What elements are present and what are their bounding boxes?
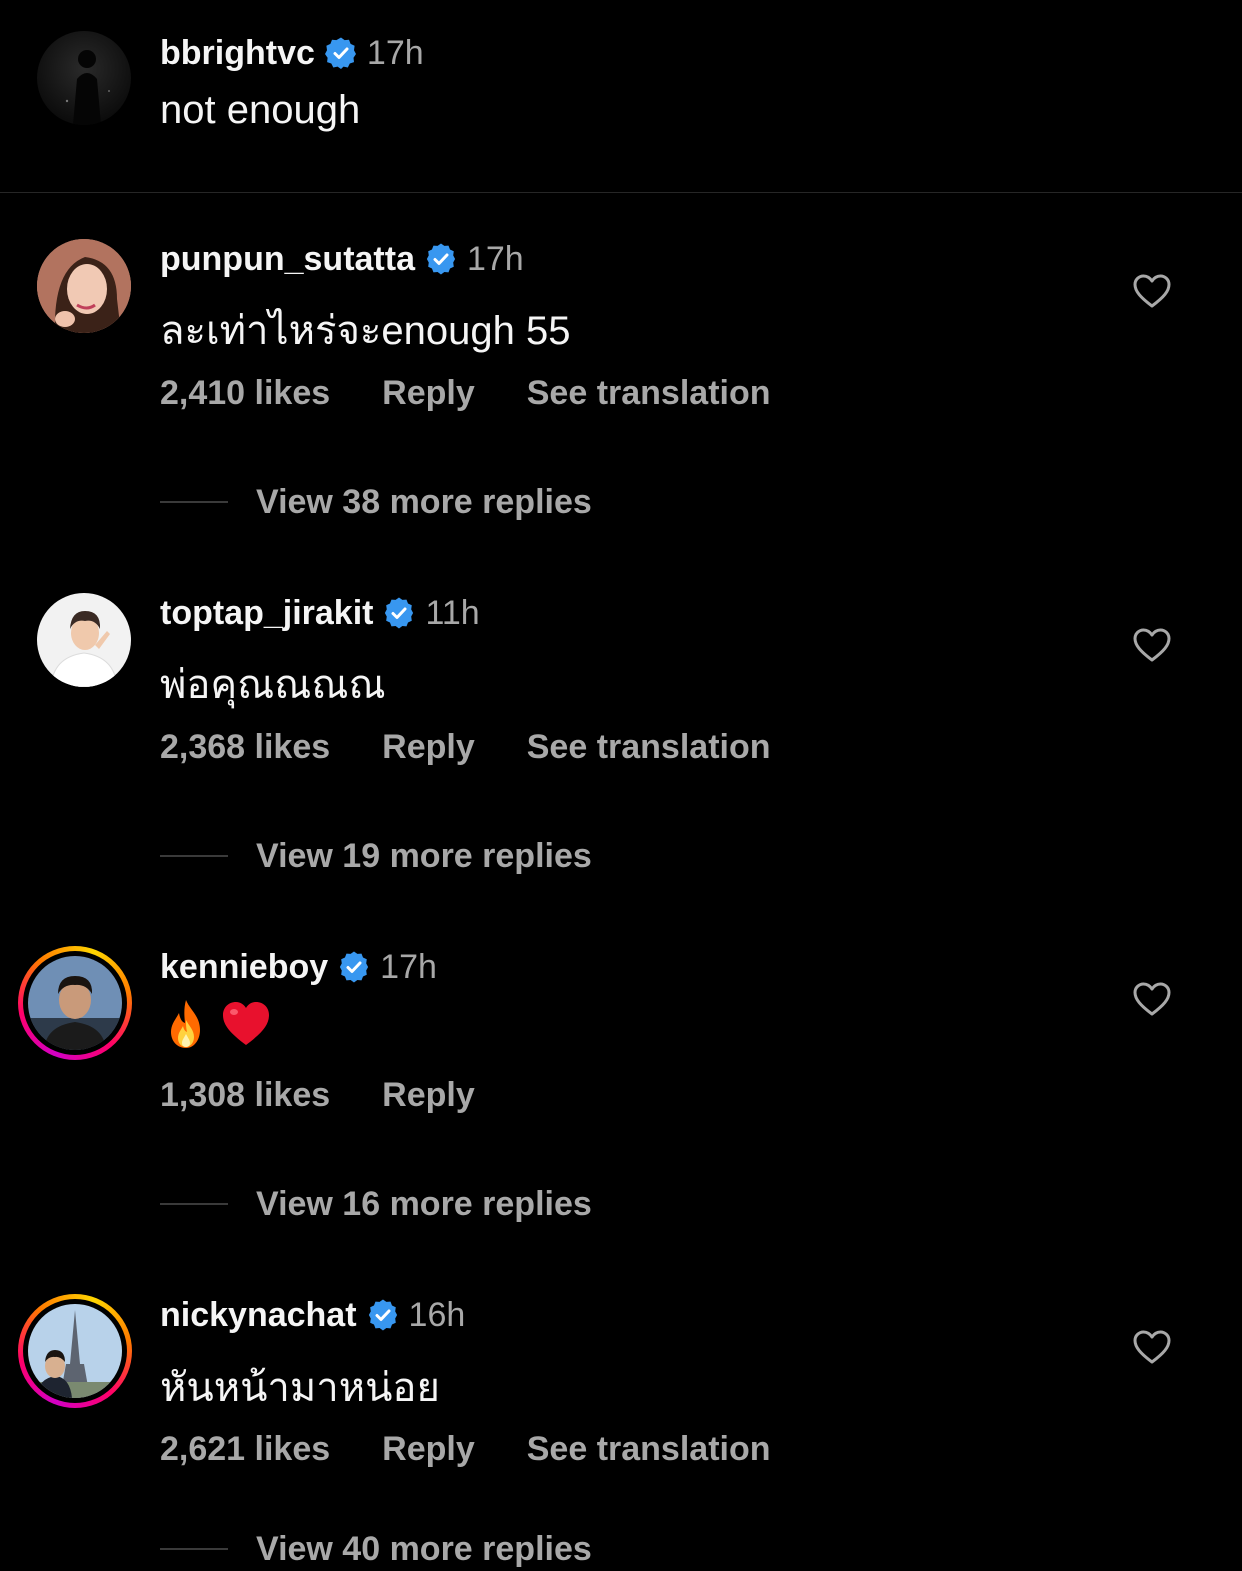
likes-count[interactable]: 2,410 likes xyxy=(160,374,330,413)
like-heart-icon[interactable] xyxy=(1132,980,1172,1020)
likes-count[interactable]: 1,308 likes xyxy=(160,1076,330,1115)
comment-actions: 2,410 likes Reply See translation xyxy=(160,371,771,415)
reply-button[interactable]: Reply xyxy=(382,728,475,767)
comment-text: ละเท่าไหร่จะenough 55 xyxy=(160,309,571,353)
comment-text: พ่อคุณณณณ xyxy=(160,663,386,707)
replies-line xyxy=(160,501,228,503)
avatar[interactable] xyxy=(37,31,131,125)
reply-button[interactable]: Reply xyxy=(382,374,475,413)
username[interactable]: kennieboy xyxy=(160,948,328,987)
story-ring[interactable] xyxy=(18,1294,132,1408)
comment-actions: 2,621 likes Reply See translation xyxy=(160,1427,771,1471)
comment-header: nickynachat 16h xyxy=(160,1293,465,1337)
view-more-replies-button[interactable]: View 19 more replies xyxy=(160,834,592,878)
comment-actions: 2,368 likes Reply See translation xyxy=(160,725,771,769)
timestamp: 17h xyxy=(366,33,424,72)
view-replies-label[interactable]: View 19 more replies xyxy=(256,837,592,876)
replies-line xyxy=(160,1203,228,1205)
view-replies-label[interactable]: View 40 more replies xyxy=(256,1530,592,1569)
see-translation-button[interactable]: See translation xyxy=(527,374,771,413)
verified-badge-icon xyxy=(324,37,356,69)
view-replies-label[interactable]: View 38 more replies xyxy=(256,483,592,522)
username[interactable]: toptap_jirakit xyxy=(160,594,373,633)
likes-count[interactable]: 2,368 likes xyxy=(160,728,330,767)
likes-count[interactable]: 2,621 likes xyxy=(160,1430,330,1469)
divider xyxy=(0,192,1242,193)
timestamp: 16h xyxy=(408,1295,466,1334)
caption-text: not enough xyxy=(160,88,361,132)
verified-badge-icon xyxy=(340,951,369,983)
post-caption: bbrightvc 17h not enough xyxy=(0,0,1242,192)
reply-button[interactable]: Reply xyxy=(382,1076,475,1115)
reply-button[interactable]: Reply xyxy=(382,1430,475,1469)
verified-badge-icon xyxy=(368,1299,397,1331)
comment-text: หันหน้ามาหน่อย xyxy=(160,1366,440,1410)
story-ring[interactable] xyxy=(18,946,132,1060)
replies-line xyxy=(160,855,228,857)
verified-badge-icon xyxy=(426,243,456,275)
avatar[interactable] xyxy=(37,239,131,333)
timestamp: 11h xyxy=(425,593,480,632)
replies-line xyxy=(160,1548,228,1550)
avatar[interactable] xyxy=(28,1304,122,1398)
red-heart-emoji-icon xyxy=(223,1002,269,1045)
view-more-replies-button[interactable]: View 16 more replies xyxy=(160,1182,592,1226)
see-translation-button[interactable]: See translation xyxy=(527,1430,771,1469)
username[interactable]: punpun_sutatta xyxy=(160,240,415,279)
username[interactable]: bbrightvc xyxy=(160,34,315,73)
verified-badge-icon xyxy=(385,597,414,629)
like-heart-icon[interactable] xyxy=(1132,626,1172,666)
comment-actions: 1,308 likes Reply xyxy=(160,1073,527,1117)
username[interactable]: nickynachat xyxy=(160,1296,357,1335)
fire-emoji-icon xyxy=(171,1000,200,1048)
avatar[interactable] xyxy=(37,593,131,687)
view-replies-label[interactable]: View 16 more replies xyxy=(256,1185,592,1224)
comment-header: toptap_jirakit 11h xyxy=(160,591,480,635)
like-heart-icon[interactable] xyxy=(1132,1328,1172,1368)
view-more-replies-button[interactable]: View 40 more replies xyxy=(160,1527,592,1571)
like-heart-icon[interactable] xyxy=(1132,272,1172,312)
timestamp: 17h xyxy=(380,947,437,986)
comment-header: punpun_sutatta 17h xyxy=(160,237,524,281)
timestamp: 17h xyxy=(466,239,524,278)
see-translation-button[interactable]: See translation xyxy=(527,728,771,767)
avatar[interactable] xyxy=(28,956,122,1050)
view-more-replies-button[interactable]: View 38 more replies xyxy=(160,480,592,524)
comment-text xyxy=(160,998,280,1050)
comment-header: kennieboy 17h xyxy=(160,945,437,989)
comment-header: bbrightvc 17h xyxy=(160,31,424,75)
